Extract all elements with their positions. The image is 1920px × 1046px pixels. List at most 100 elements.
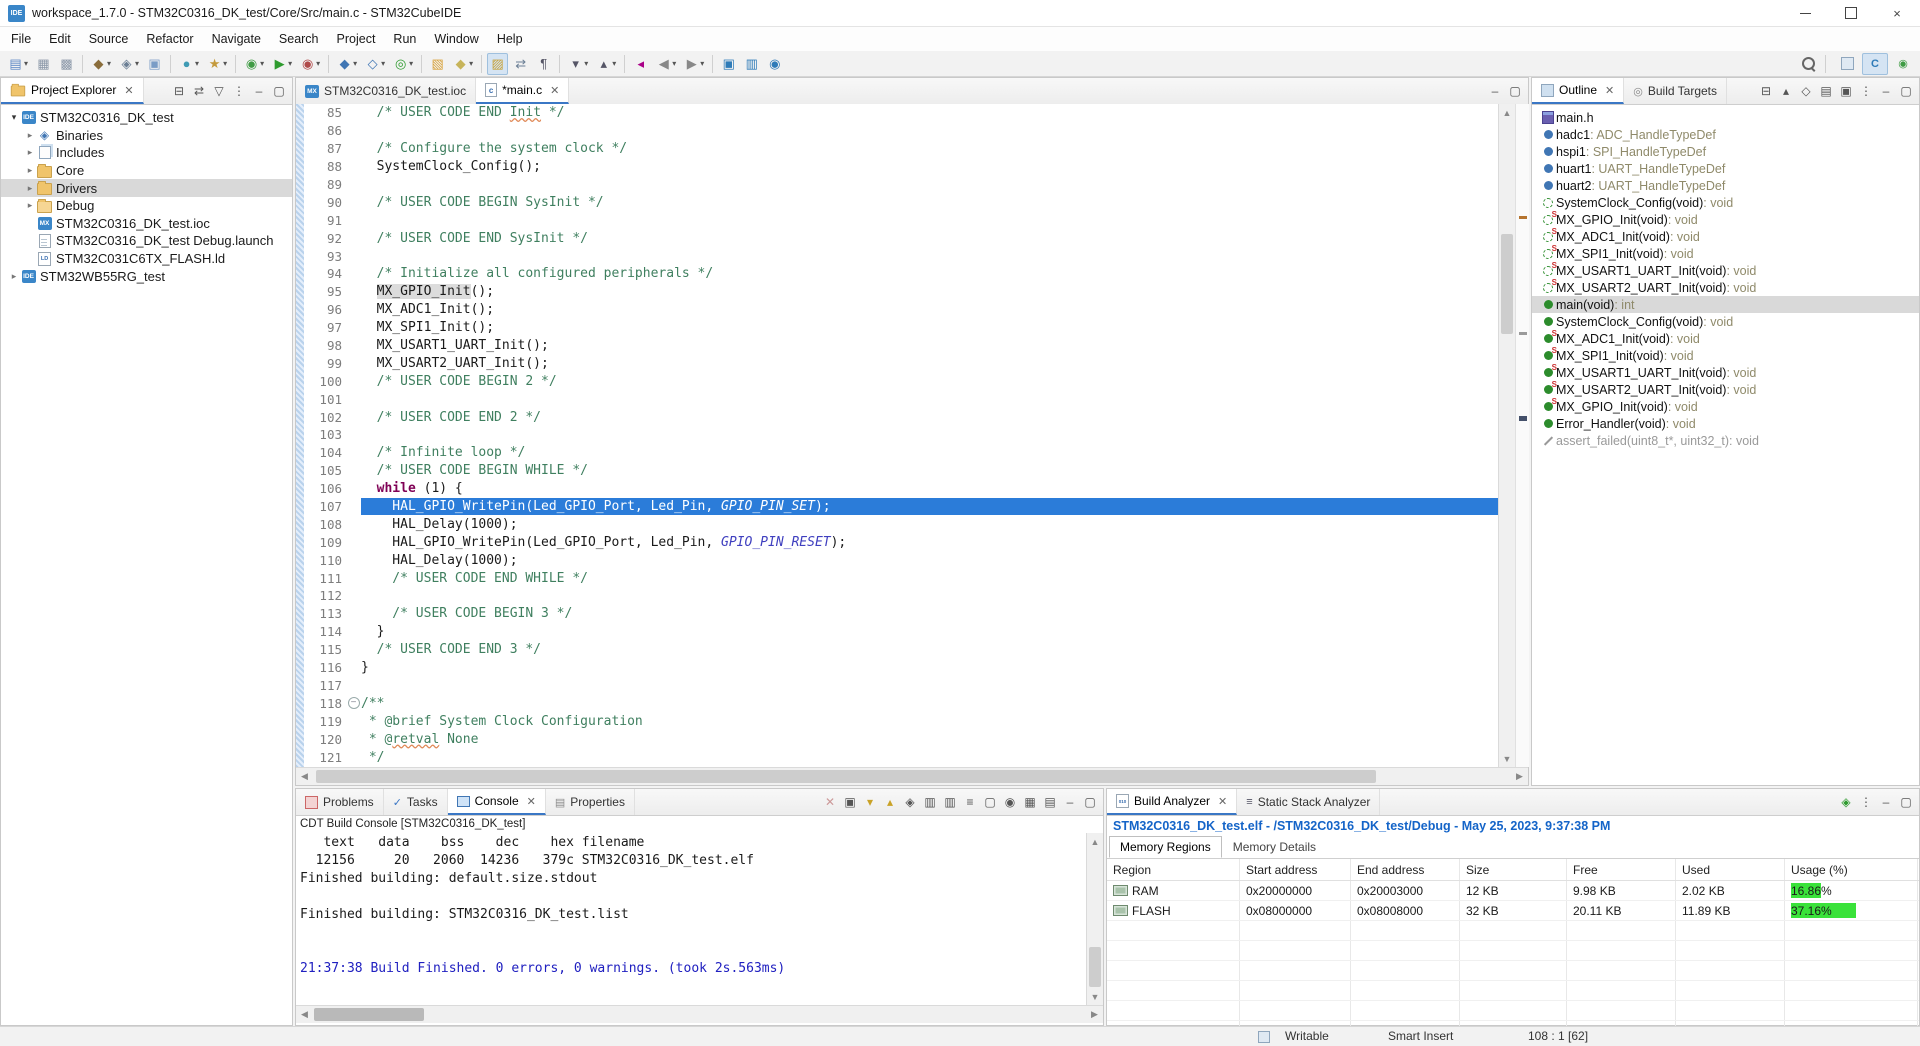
code-line-108[interactable]: 108 HAL_Delay(1000); (304, 515, 1498, 533)
code-line-106[interactable]: 106 while (1) { (304, 480, 1498, 498)
close-icon[interactable]: ✕ (550, 84, 559, 97)
minimize-button[interactable] (1782, 0, 1828, 26)
outline-item-mx-usart2-uart-init-void-[interactable]: SMX_USART2_UART_Init(void) : void (1532, 381, 1919, 398)
info-button[interactable]: ◉ (764, 53, 785, 75)
annotation-mark[interactable] (1519, 216, 1527, 219)
scroll-left-icon[interactable]: ◀ (296, 768, 313, 785)
code-line-100[interactable]: 100 /* USER CODE BEGIN 2 */ (304, 372, 1498, 390)
menu-window[interactable]: Window (425, 29, 487, 49)
run-config-button[interactable]: ▶▾ (269, 53, 295, 75)
code-line-98[interactable]: 98 MX_USART1_UART_Init(); (304, 337, 1498, 355)
dropdown-caret-icon[interactable]: ▾ (316, 59, 320, 68)
last-edit-location-button[interactable]: ◂ (630, 53, 651, 75)
dropdown-caret-icon[interactable]: ▾ (223, 59, 227, 68)
next-annotation-button[interactable]: ▾▾ (565, 53, 591, 75)
outline-item-error-handler-void-[interactable]: Error_Handler(void) : void (1532, 415, 1919, 432)
outline-item-mx-adc1-init-void-[interactable]: SMX_ADC1_Init(void) : void (1532, 330, 1919, 347)
tab-tasks[interactable]: ✓Tasks (384, 789, 448, 815)
open-console-toolbar-button[interactable]: ▥ (741, 53, 762, 75)
link-with-editor-icon[interactable]: ⇄ (189, 81, 209, 101)
scrollbar-thumb[interactable] (314, 1008, 424, 1021)
dropdown-caret-icon[interactable]: ▾ (107, 59, 111, 68)
console-output[interactable]: text data bss dec hex filename 12156 20 … (296, 832, 1103, 980)
build-project-button[interactable]: ◈▾ (116, 53, 142, 75)
tab-main-c[interactable]: c *main.c ✕ (476, 78, 569, 104)
chevron-right-icon[interactable]: ▸ (23, 165, 37, 176)
code-line-86[interactable]: 86 (304, 122, 1498, 140)
dropdown-caret-icon[interactable]: ▾ (135, 59, 139, 68)
tab-ioc-file[interactable]: MX STM32C0316_DK_test.ioc (296, 78, 476, 104)
tree-item-debug[interactable]: ▸Debug (1, 197, 292, 215)
open-perspective-button[interactable] (1834, 53, 1860, 75)
outline-item-main-h[interactable]: main.h (1532, 109, 1919, 126)
tab-build-targets[interactable]: ◎ Build Targets (1624, 78, 1727, 104)
scroll-left-icon[interactable]: ◀ (296, 1006, 313, 1023)
overview-ruler[interactable] (1515, 104, 1529, 767)
subtab-memory-details[interactable]: Memory Details (1222, 836, 1327, 858)
search-button[interactable] (1799, 54, 1819, 74)
hide-fields-icon[interactable]: ◇ (1796, 81, 1816, 101)
debug-perspective-button[interactable]: ◉ (1890, 53, 1916, 75)
code-line-116[interactable]: 116} (304, 659, 1498, 677)
code-line-102[interactable]: 102 /* USER CODE END 2 */ (304, 408, 1498, 426)
outline-item-huart2[interactable]: huart2 : UART_HandleTypeDef (1532, 177, 1919, 194)
code-line-95[interactable]: 95 MX_GPIO_Init(); (304, 283, 1498, 301)
maximize-icon[interactable]: ▢ (1080, 792, 1100, 812)
tree-item-stm32c0316-dk-test-debug-launch[interactable]: STM32C0316_DK_test Debug.launch (1, 232, 292, 250)
menu-file[interactable]: File (2, 29, 40, 49)
dropdown-caret-icon[interactable]: ▾ (381, 59, 385, 68)
tree-item-drivers[interactable]: ▸Drivers (1, 179, 292, 197)
outline-item-mx-spi1-init-void-[interactable]: SMX_SPI1_Init(void) : void (1532, 245, 1919, 262)
code-line-114[interactable]: 114 } (304, 623, 1498, 641)
minimize-panel-icon[interactable]: – (249, 81, 269, 101)
prev-annotation-button[interactable]: ▴▾ (593, 53, 619, 75)
column-header-start-address[interactable]: Start address (1240, 859, 1351, 880)
dropdown-caret-icon[interactable]: ▾ (260, 59, 264, 68)
scroll-down-icon[interactable]: ▼ (1087, 988, 1103, 1005)
scroll-right-icon[interactable]: ▶ (1086, 1006, 1103, 1023)
hide-static-members-icon[interactable]: ▤ (1816, 81, 1836, 101)
scroll-down-icon[interactable]: ▼ (1499, 750, 1515, 767)
column-header-size[interactable]: Size (1460, 859, 1567, 880)
minimize-panel-icon[interactable]: – (1876, 81, 1896, 101)
code-line-96[interactable]: 96 MX_ADC1_Init(); (304, 301, 1498, 319)
maximize-button[interactable] (1828, 0, 1874, 26)
new-source-file-button[interactable]: ▣ (144, 53, 165, 75)
menu-search[interactable]: Search (270, 29, 328, 49)
outline-item-systemclock-config-void-[interactable]: SystemClock_Config(void) : void (1532, 194, 1919, 211)
code-line-104[interactable]: 104 /* Infinite loop */ (304, 444, 1498, 462)
code-line-87[interactable]: 87 /* Configure the system clock */ (304, 140, 1498, 158)
dropdown-caret-icon[interactable]: ▾ (288, 59, 292, 68)
outline-item-systemclock-config-void-[interactable]: SystemClock_Config(void) : void (1532, 313, 1919, 330)
code-line-115[interactable]: 115 /* USER CODE END 3 */ (304, 641, 1498, 659)
outline-item-hspi1[interactable]: hspi1 : SPI_HandleTypeDef (1532, 143, 1919, 160)
menu-project[interactable]: Project (328, 29, 385, 49)
chevron-right-icon[interactable]: ▸ (23, 200, 37, 211)
pin-console-icon[interactable]: ◈ (900, 792, 920, 812)
dropdown-caret-icon[interactable]: ▾ (612, 59, 616, 68)
code-line-107[interactable]: 107 HAL_GPIO_WritePin(Led_GPIO_Port, Led… (304, 498, 1498, 516)
view-menu-icon[interactable]: ⋮ (1856, 792, 1876, 812)
maximize-panel-icon[interactable]: ▢ (269, 81, 289, 101)
outline-item-mx-gpio-init-void-[interactable]: SMX_GPIO_Init(void) : void (1532, 398, 1919, 415)
code-line-117[interactable]: 117 (304, 677, 1498, 695)
scroll-lock-icon[interactable]: ◉ (1000, 792, 1020, 812)
view-menu-icon[interactable]: ⋮ (1856, 81, 1876, 101)
outline-item-mx-usart1-uart-init-void-[interactable]: SMX_USART1_UART_Init(void) : void (1532, 262, 1919, 279)
menu-run[interactable]: Run (384, 29, 425, 49)
forward-button[interactable]: ▶▾ (681, 53, 707, 75)
menu-edit[interactable]: Edit (40, 29, 80, 49)
menu-refactor[interactable]: Refactor (137, 29, 202, 49)
code-line-85[interactable]: 85 /* USER CODE END Init */ (304, 104, 1498, 122)
show-console-when-out-icon[interactable]: ▥ (920, 792, 940, 812)
outline-item-mx-usart1-uart-init-void-[interactable]: SMX_USART1_UART_Init(void) : void (1532, 364, 1919, 381)
code-line-110[interactable]: 110 HAL_Delay(1000); (304, 551, 1498, 569)
chevron-right-icon[interactable]: ▸ (23, 147, 37, 158)
hide-non-public-icon[interactable]: ▣ (1836, 81, 1856, 101)
maximize-panel-icon[interactable]: ▢ (1896, 81, 1916, 101)
sort-icon[interactable]: ▴ (1776, 81, 1796, 101)
maximize-panel-icon[interactable]: ▢ (1505, 81, 1525, 101)
close-icon[interactable]: ✕ (527, 795, 536, 808)
coverage-button[interactable]: ◎▾ (390, 53, 416, 75)
minimize-icon[interactable]: – (1060, 792, 1080, 812)
